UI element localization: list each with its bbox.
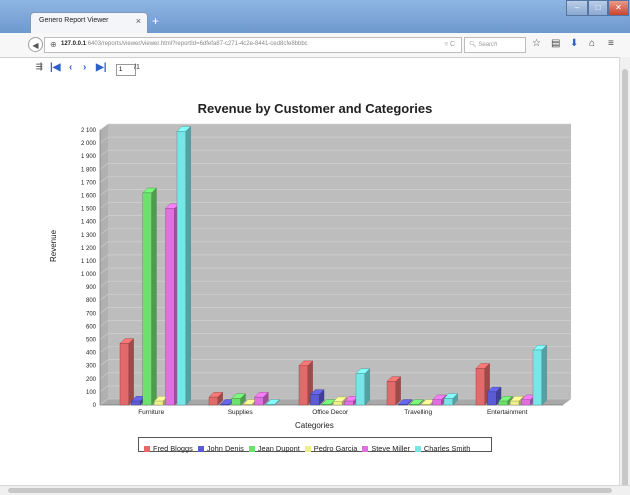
legend-item: Fred Bloggs xyxy=(144,442,193,455)
y-tick-label: 900 xyxy=(86,285,97,291)
legend-item: John Denis xyxy=(197,442,244,455)
y-tick-label: 500 xyxy=(86,338,97,344)
legend-label: Jean Dupont xyxy=(257,444,300,453)
bar-side xyxy=(541,344,547,406)
y-tick-label: 1 500 xyxy=(81,207,97,213)
x-tick-label: Office Decor xyxy=(312,409,349,416)
bar xyxy=(443,398,454,406)
y-tick-label: 1 700 xyxy=(81,180,97,186)
legend-item: Jean Dupont xyxy=(248,442,300,455)
bar xyxy=(265,404,276,406)
y-tick-label: 1 600 xyxy=(81,193,97,199)
bar xyxy=(220,404,230,406)
legend-swatch xyxy=(414,445,421,452)
legend-swatch xyxy=(248,445,255,452)
y-tick-label: 800 xyxy=(86,298,97,304)
y-tick-label: 1 200 xyxy=(81,246,97,252)
bar xyxy=(510,400,520,406)
bar xyxy=(321,404,331,406)
bar-chart: 0 100 200 300 400 500 600 700 800 900 1 000 1 100 1 … xyxy=(81,123,571,416)
y-tick-label: 600 xyxy=(86,324,97,330)
bar xyxy=(498,400,508,406)
y-tick-label: 1 900 xyxy=(81,154,97,160)
bar xyxy=(310,394,320,406)
legend-label: John Denis xyxy=(206,444,244,453)
legend-item: Charles Smith xyxy=(414,442,471,455)
bar-side xyxy=(128,338,134,406)
y-tick-label: 1 800 xyxy=(81,167,97,173)
bar xyxy=(142,192,152,406)
y-tick-label: 1 300 xyxy=(81,233,97,239)
y-tick-label: 400 xyxy=(86,351,97,357)
bar-side xyxy=(151,187,157,406)
bar xyxy=(475,368,486,406)
bar xyxy=(231,398,241,406)
bar xyxy=(355,373,366,406)
bar xyxy=(344,400,354,406)
bar xyxy=(532,349,543,406)
vertical-scrollbar[interactable] xyxy=(619,57,630,489)
bar xyxy=(487,391,497,406)
legend-swatch xyxy=(197,445,204,452)
y-tick-label: 100 xyxy=(86,390,97,396)
bar xyxy=(176,131,187,406)
legend-label: Fred Bloggs xyxy=(153,444,193,453)
bar-side xyxy=(364,368,370,406)
y-tick-label: 200 xyxy=(86,377,97,383)
vertical-scroll-thumb[interactable] xyxy=(622,69,628,489)
y-tick-label: 300 xyxy=(86,364,97,370)
bar xyxy=(333,401,343,406)
bar xyxy=(119,343,130,406)
legend-swatch xyxy=(362,445,369,452)
chart-legend: Fred Bloggs John Denis Jean Dupont Pedro Ga… xyxy=(138,437,492,455)
y-tick-label: 0 xyxy=(93,403,97,409)
bar xyxy=(421,404,431,406)
x-tick-label: Entertainment xyxy=(487,409,528,416)
bar xyxy=(398,404,408,406)
bar xyxy=(165,208,175,406)
bar xyxy=(131,400,141,406)
horizontal-scroll-thumb[interactable] xyxy=(8,488,612,493)
browser-window: Genero Report Viewer × + – □ ✕ ◀ ⊕ 127.0… xyxy=(0,0,630,495)
x-tick-label: Travelling xyxy=(404,409,432,416)
bar xyxy=(242,404,253,406)
legend-swatch xyxy=(144,445,150,452)
x-tick-label: Furniture xyxy=(138,409,164,416)
bar xyxy=(254,396,264,406)
bar xyxy=(521,399,531,406)
bar-side xyxy=(185,126,191,406)
y-tick-label: 1 000 xyxy=(81,272,97,278)
legend-item: Pedro Garcia xyxy=(304,442,358,455)
y-tick-label: 700 xyxy=(86,311,97,317)
bar xyxy=(208,396,219,406)
legend-swatch xyxy=(304,445,311,452)
horizontal-scrollbar[interactable] xyxy=(0,485,630,495)
bar xyxy=(409,404,419,406)
y-tick-label: 2 000 xyxy=(81,141,97,147)
x-tick-label: Supplies xyxy=(228,409,254,416)
y-tick-label: 1 400 xyxy=(81,220,97,226)
bar xyxy=(386,381,397,406)
bar xyxy=(298,365,309,406)
legend-label: Pedro Garcia xyxy=(313,444,358,453)
bar xyxy=(432,399,442,406)
legend-item: Steve Miller xyxy=(362,442,410,455)
y-tick-label: 2 100 xyxy=(81,128,97,134)
y-tick-label: 1 100 xyxy=(81,259,97,265)
legend-label: Charles Smith xyxy=(423,444,471,453)
legend-label: Steve Miller xyxy=(371,444,410,453)
bar xyxy=(153,400,164,406)
